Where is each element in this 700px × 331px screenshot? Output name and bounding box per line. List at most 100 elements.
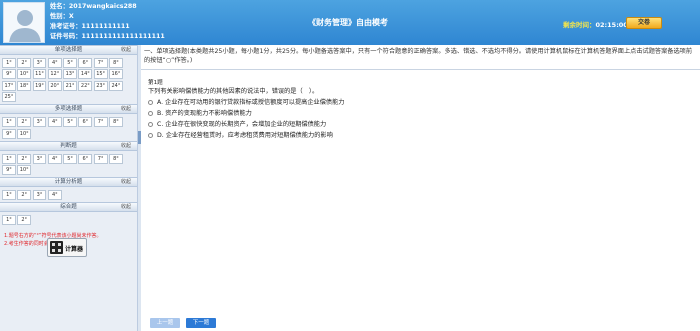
section-title: 多项选择题 [54,106,83,113]
question-cell[interactable]: 2° [17,58,32,68]
radio-icon[interactable] [148,99,153,105]
question-cell[interactable]: 9° [2,128,16,139]
collapse-toggle[interactable]: 收起 [121,203,131,211]
question-cell[interactable]: 10° [17,128,32,139]
question-cell[interactable]: 22° [78,80,93,91]
question-cell[interactable]: 24° [108,80,123,91]
candidate-gender: 性别：X [50,13,74,20]
question-cell[interactable]: 19° [32,80,47,91]
question-number: 第1题 [148,80,163,86]
question-cell[interactable]: 15° [93,69,108,80]
question-cell[interactable]: 9° [2,69,16,80]
question-cell[interactable]: 25° [2,92,16,103]
timer-value: 02:15:00 [595,21,628,29]
question-cell[interactable]: 5° [63,153,78,164]
question-cell[interactable]: 2° [17,117,32,128]
exam-header: 姓名：2017wangkaics288 性别：X 准考证号：1111111111… [0,0,700,45]
question-grid: 1° 2° 3° 4° 5° 6° 7° 8° 9° 10° 11° 12° 13° 14° 15° 16° 1… [0,55,137,104]
user-silhouette-icon [9,10,41,42]
question-cell[interactable]: 4° [47,117,62,128]
question-cell[interactable]: 3° [32,153,47,164]
question-cell[interactable]: 7° [93,153,108,164]
question-cell[interactable]: 6° [78,117,93,128]
question-cell[interactable]: 10° [17,69,32,80]
question-cell[interactable]: 18° [17,80,32,91]
question-cell[interactable]: 6° [78,58,93,68]
question-cell[interactable]: 4° [47,153,62,164]
question-cell[interactable]: 2° [17,214,32,225]
question-cell[interactable]: 9° [2,164,16,175]
question-cell[interactable]: 1° [2,189,16,200]
question-cell[interactable]: 2° [17,189,32,200]
question-cell[interactable]: 8° [108,153,123,164]
question-cell[interactable]: 14° [78,69,93,80]
radio-icon[interactable] [148,110,153,116]
question-cell[interactable]: 3° [32,117,47,128]
calculator-icon [50,241,63,254]
question-cell[interactable]: 3° [32,58,47,68]
admission-number: 准考证号：11111111111 [50,23,130,30]
prev-question-button[interactable]: 上一题 [150,318,180,328]
section-header: 单项选择题 收起 [0,45,137,55]
collapse-toggle[interactable]: 收起 [121,178,131,186]
question-cell[interactable]: 2° [17,153,32,164]
collapse-toggle[interactable]: 收起 [121,46,131,54]
question-navigator: 单项选择题 收起 1° 2° 3° 4° 5° 6° 7° 8° 9° 10° 11° 12° 13° 14°… [0,45,138,331]
option-b[interactable]: B. 资产的变现能力不影响偿债能力 [148,108,252,117]
question-cell[interactable]: 20° [47,80,62,91]
option-a-text: A. 企业存在可动用的银行贷款指标或授信额度可以提高企业偿债能力 [157,99,345,106]
question-grid: 1° 2° 3° 4° 5° 6° 7° 8° 9° 10° [0,151,137,177]
collapse-toggle[interactable]: 收起 [121,105,131,113]
id-number: 证件号码：1111111111111111111 [50,33,165,40]
option-a[interactable]: A. 企业存在可动用的银行贷款指标或授信额度可以提高企业偿债能力 [148,97,345,106]
question-cell[interactable]: 6° [78,153,93,164]
section-title: 判断题 [60,142,77,149]
question-cell[interactable]: 4° [47,58,62,68]
question-cell[interactable]: 7° [93,58,108,68]
divider [141,69,700,70]
question-cell[interactable]: 11° [32,69,47,80]
timer-label: 剩余时间： [563,21,596,29]
radio-icon[interactable] [148,121,153,127]
question-cell[interactable]: 8° [108,117,123,128]
radio-icon[interactable] [148,132,153,138]
question-cell[interactable]: 1° [2,153,16,164]
question-cell[interactable]: 8° [108,58,123,68]
question-cell[interactable]: 4° [47,189,62,200]
question-text: 下列有关影响偿债能力的其他因素的说法中，错误的是（ ）。 [148,88,319,95]
question-cell[interactable]: 1° [2,117,16,128]
calculator-button[interactable]: 计算器 [47,238,87,257]
section-instruction: 一、单项选择题(本类题共25小题，每小题1分，共25分。每小题备选答案中，只有一… [144,48,693,64]
question-cell[interactable]: 1° [2,58,16,68]
countdown-timer: 剩余时间：02:15:00 [563,19,628,29]
question-cell[interactable]: 21° [63,80,78,91]
question-grid: 1° 2° [0,212,137,227]
question-cell[interactable]: 5° [63,58,78,68]
question-cell[interactable]: 10° [17,164,32,175]
section-title: 计算分析题 [54,178,83,185]
option-b-text: B. 资产的变现能力不影响偿债能力 [157,110,252,117]
collapse-toggle[interactable]: 收起 [121,142,131,150]
question-grid: 1° 2° 3° 4° 5° 6° 7° 8° 9° 10° [0,114,137,140]
section-title: 单项选择题 [54,47,83,53]
question-cell[interactable]: 5° [63,117,78,128]
calculator-label: 计算器 [65,246,84,253]
question-cell[interactable]: 1° [2,214,16,225]
question-grid: 1° 2° 3° 4° [0,187,137,202]
next-question-button[interactable]: 下一题 [186,318,216,328]
question-panel: 一、单项选择题(本类题共25小题，每小题1分，共25分。每小题备选答案中，只有一… [141,45,700,331]
submit-exam-button[interactable]: 交卷 [626,17,662,29]
question-cell[interactable]: 3° [32,189,47,200]
question-cell[interactable]: 17° [2,80,16,91]
question-cell[interactable]: 16° [108,69,123,80]
option-d[interactable]: D. 企业存在经营租赁时，应考虑租赁费用对短期偿债能力的影响 [148,130,333,139]
section-title: 综合题 [60,203,77,210]
section-header: 综合题 收起 [0,201,137,212]
question-cell[interactable]: 13° [63,69,78,80]
question-cell[interactable]: 12° [47,69,62,80]
question-cell[interactable]: 7° [93,117,108,128]
question-cell[interactable]: 23° [93,80,108,91]
option-c-text: C. 企业存在很快变现的长期资产，会增加企业的短期偿债能力 [157,121,327,128]
option-c[interactable]: C. 企业存在很快变现的长期资产，会增加企业的短期偿债能力 [148,119,326,128]
section-header: 多项选择题 收起 [0,104,137,115]
